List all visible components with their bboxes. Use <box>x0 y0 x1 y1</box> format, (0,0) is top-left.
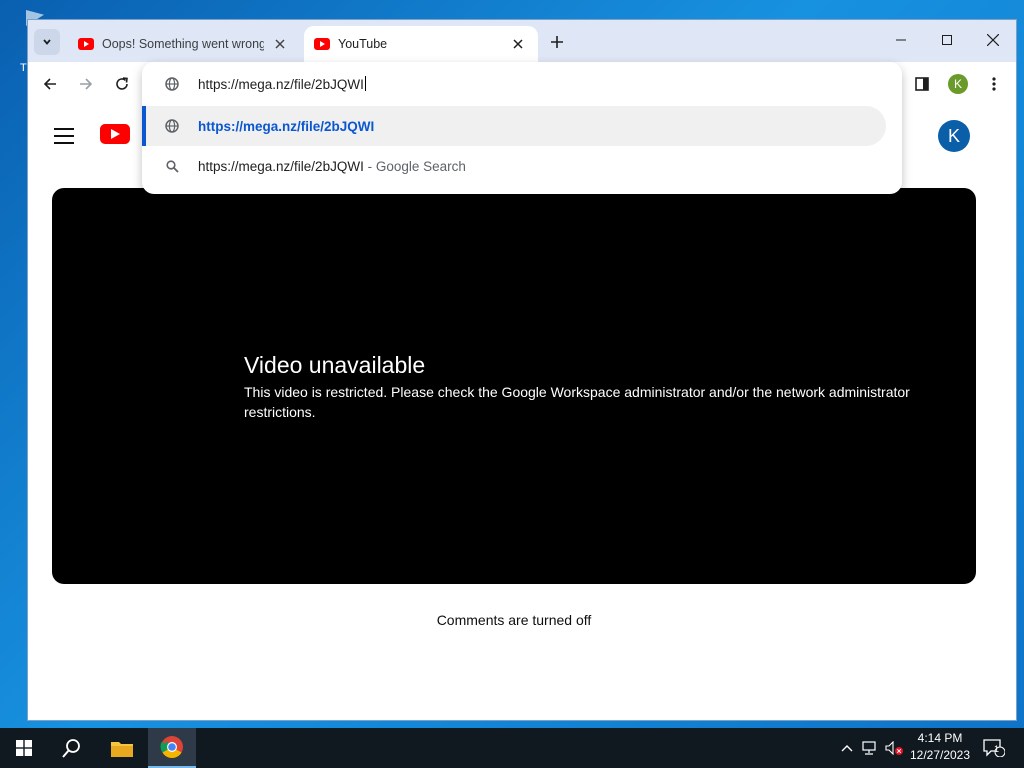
close-icon[interactable] <box>272 36 288 52</box>
chrome-icon <box>160 736 183 758</box>
suggestion-suffix: - Google Search <box>363 158 466 174</box>
chevron-up-icon <box>841 745 853 752</box>
suggestion-url[interactable]: https://mega.nz/file/2bJQWI <box>142 106 886 146</box>
taskbar-search-button[interactable] <box>48 728 96 768</box>
tab-oops[interactable]: Oops! Something went wrong. <box>68 26 300 62</box>
suggestion-text: https://mega.nz/file/2bJQWI <box>198 158 364 174</box>
search-icon <box>164 158 180 174</box>
tab-search-button[interactable] <box>34 29 60 55</box>
network-icon <box>862 741 876 755</box>
menu-button[interactable] <box>982 72 1006 96</box>
youtube-favicon-icon <box>78 38 94 50</box>
start-button[interactable] <box>0 728 48 768</box>
reload-icon <box>116 77 128 90</box>
chevron-down-icon <box>43 39 51 45</box>
youtube-logo[interactable] <box>100 124 130 144</box>
clock-date: 12/27/2023 <box>909 748 971 762</box>
arrow-left-icon <box>43 78 56 90</box>
maximize-icon <box>942 35 952 45</box>
minimize-button[interactable] <box>878 20 924 60</box>
close-icon[interactable] <box>510 36 526 52</box>
new-tab-button[interactable] <box>546 32 568 52</box>
tab-strip: Oops! Something went wrong. YouTube <box>28 20 1016 62</box>
taskbar: 4:14 PM 12/27/2023 1 <box>0 728 1024 768</box>
side-panel-button[interactable] <box>910 72 934 96</box>
file-explorer-button[interactable] <box>98 728 146 768</box>
globe-icon <box>164 118 180 134</box>
text-caret <box>364 76 366 91</box>
volume-button[interactable] <box>884 740 906 756</box>
tab-title: YouTube <box>338 37 388 51</box>
video-player[interactable]: Video unavailable This video is restrict… <box>52 188 976 584</box>
suggestion-text: https://mega.nz/file/2bJQWI <box>198 118 375 134</box>
close-icon <box>987 34 999 46</box>
profile-button[interactable]: K <box>946 72 970 96</box>
player-error-message: This video is restricted. Please check t… <box>244 384 910 420</box>
show-hidden-icons-button[interactable] <box>838 740 856 756</box>
maximize-button[interactable] <box>924 20 970 60</box>
tab-title: Oops! Something went wrong. <box>102 37 264 51</box>
avatar[interactable]: K <box>938 120 970 152</box>
plus-icon <box>551 36 563 48</box>
address-bar[interactable]: https://mega.nz/file/2bJQWI <box>142 64 902 104</box>
selection-indicator <box>142 106 146 146</box>
hamburger-menu-icon[interactable] <box>54 128 74 144</box>
youtube-favicon-icon <box>314 38 330 50</box>
address-input[interactable]: https://mega.nz/file/2bJQWI <box>198 77 364 92</box>
reload-button[interactable] <box>110 72 134 96</box>
arrow-right-icon <box>80 78 93 90</box>
clock-time: 4:14 PM <box>917 731 963 745</box>
close-window-button[interactable] <box>970 20 1016 60</box>
profile-avatar: K <box>948 74 968 94</box>
minimize-icon <box>896 39 906 41</box>
suggestion-search[interactable]: https://mega.nz/file/2bJQWI - Google Sea… <box>142 146 902 186</box>
side-panel-icon <box>915 77 929 91</box>
volume-muted-icon <box>885 741 903 755</box>
notification-count: 1 <box>994 744 1000 754</box>
omnibox-dropdown: https://mega.nz/file/2bJQWI https://mega… <box>142 62 902 194</box>
kebab-menu-icon <box>992 77 996 91</box>
network-button[interactable] <box>860 740 882 756</box>
forward-button[interactable] <box>74 72 98 96</box>
chrome-taskbar-button[interactable] <box>148 728 196 768</box>
comments-status: Comments are turned off <box>436 612 592 628</box>
globe-icon <box>164 76 180 92</box>
tab-youtube[interactable]: YouTube <box>304 26 538 62</box>
taskbar-clock[interactable]: 4:14 PM 12/27/2023 <box>906 730 974 764</box>
search-icon <box>62 739 80 758</box>
notification-center-button[interactable]: 1 <box>980 739 1008 757</box>
windows-icon <box>16 740 32 756</box>
back-button[interactable] <box>38 72 62 96</box>
player-error-title: Video unavailable <box>244 352 426 378</box>
folder-icon <box>111 742 133 757</box>
